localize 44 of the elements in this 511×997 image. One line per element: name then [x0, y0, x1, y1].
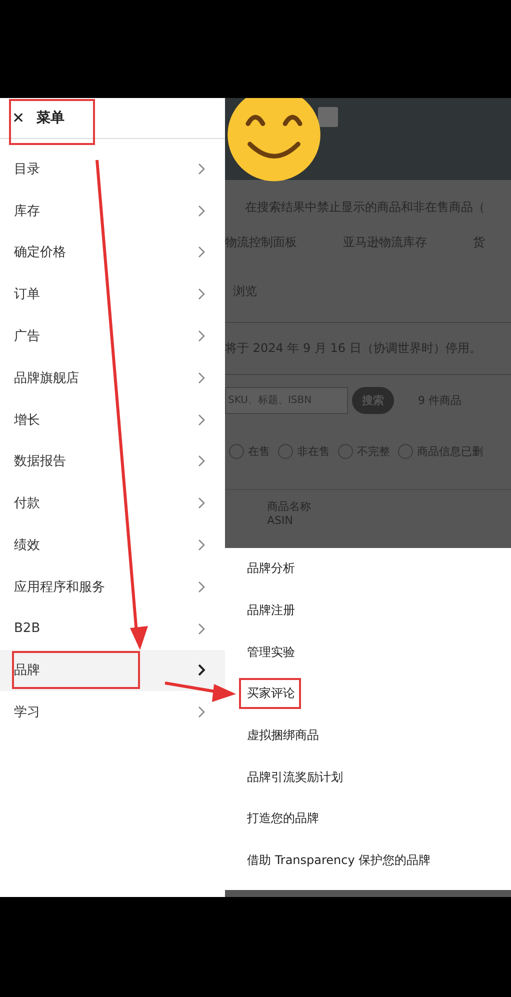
radio-button[interactable]	[338, 444, 353, 459]
menu-item[interactable]: 付款	[0, 482, 225, 524]
chevron-icon	[198, 622, 205, 635]
menu-item[interactable]: 库存	[0, 190, 225, 232]
menu-item[interactable]: 确定价格	[0, 232, 225, 274]
chevron-icon	[198, 162, 205, 175]
menu-item[interactable]: 应用程序和服务	[0, 566, 225, 608]
menu-item[interactable]: 增长	[0, 398, 225, 441]
menu-item[interactable]: 订单	[0, 273, 225, 316]
submenu-item[interactable]: 借助 Transparency 保护您的品牌	[225, 840, 511, 882]
menu-item[interactable]: 目录	[0, 148, 225, 190]
menu-item[interactable]: B2B	[0, 608, 225, 650]
chevron-icon	[198, 414, 205, 426]
submenu-item[interactable]: 打造您的品牌	[225, 798, 511, 840]
chevron-icon	[198, 497, 205, 510]
chevron-icon	[198, 455, 205, 468]
chevron-icon	[198, 706, 205, 718]
chevron-icon	[198, 372, 205, 384]
menu-item[interactable]: 品牌旗舰店	[0, 356, 225, 399]
submenu-item[interactable]: 虚拟捆绑商品	[225, 714, 511, 756]
submenu-item[interactable]: 品牌分析	[225, 548, 511, 590]
submenu-item[interactable]: 管理实验	[225, 631, 511, 674]
chevron-icon	[198, 664, 205, 676]
radio-button[interactable]	[278, 444, 293, 459]
menu-title: 菜单	[36, 109, 65, 127]
arrow	[164, 682, 236, 702]
radio-button[interactable]	[398, 444, 413, 459]
chevron-icon	[198, 246, 205, 258]
chevron-icon	[198, 288, 205, 300]
chevron-icon	[198, 580, 205, 593]
menu-item[interactable]: 数据报告	[0, 440, 225, 482]
chevron-icon	[198, 204, 205, 217]
submenu-item[interactable]: 品牌引流奖励计划	[225, 756, 511, 798]
menu-item[interactable]: 学习	[0, 691, 225, 734]
radio-button[interactable]	[229, 444, 244, 459]
chevron-icon	[198, 330, 205, 342]
submenu-item[interactable]: 品牌注册	[225, 590, 511, 632]
menu-item[interactable]: 广告	[0, 315, 225, 357]
menu-item[interactable]: 品牌	[0, 650, 225, 692]
close-button[interactable]: ✕	[12, 109, 25, 127]
chevron-icon	[198, 539, 205, 552]
header-button[interactable]	[318, 107, 338, 127]
menu-item[interactable]: 绩效	[0, 524, 225, 566]
submenu-item[interactable]: 买家评论	[225, 673, 511, 715]
